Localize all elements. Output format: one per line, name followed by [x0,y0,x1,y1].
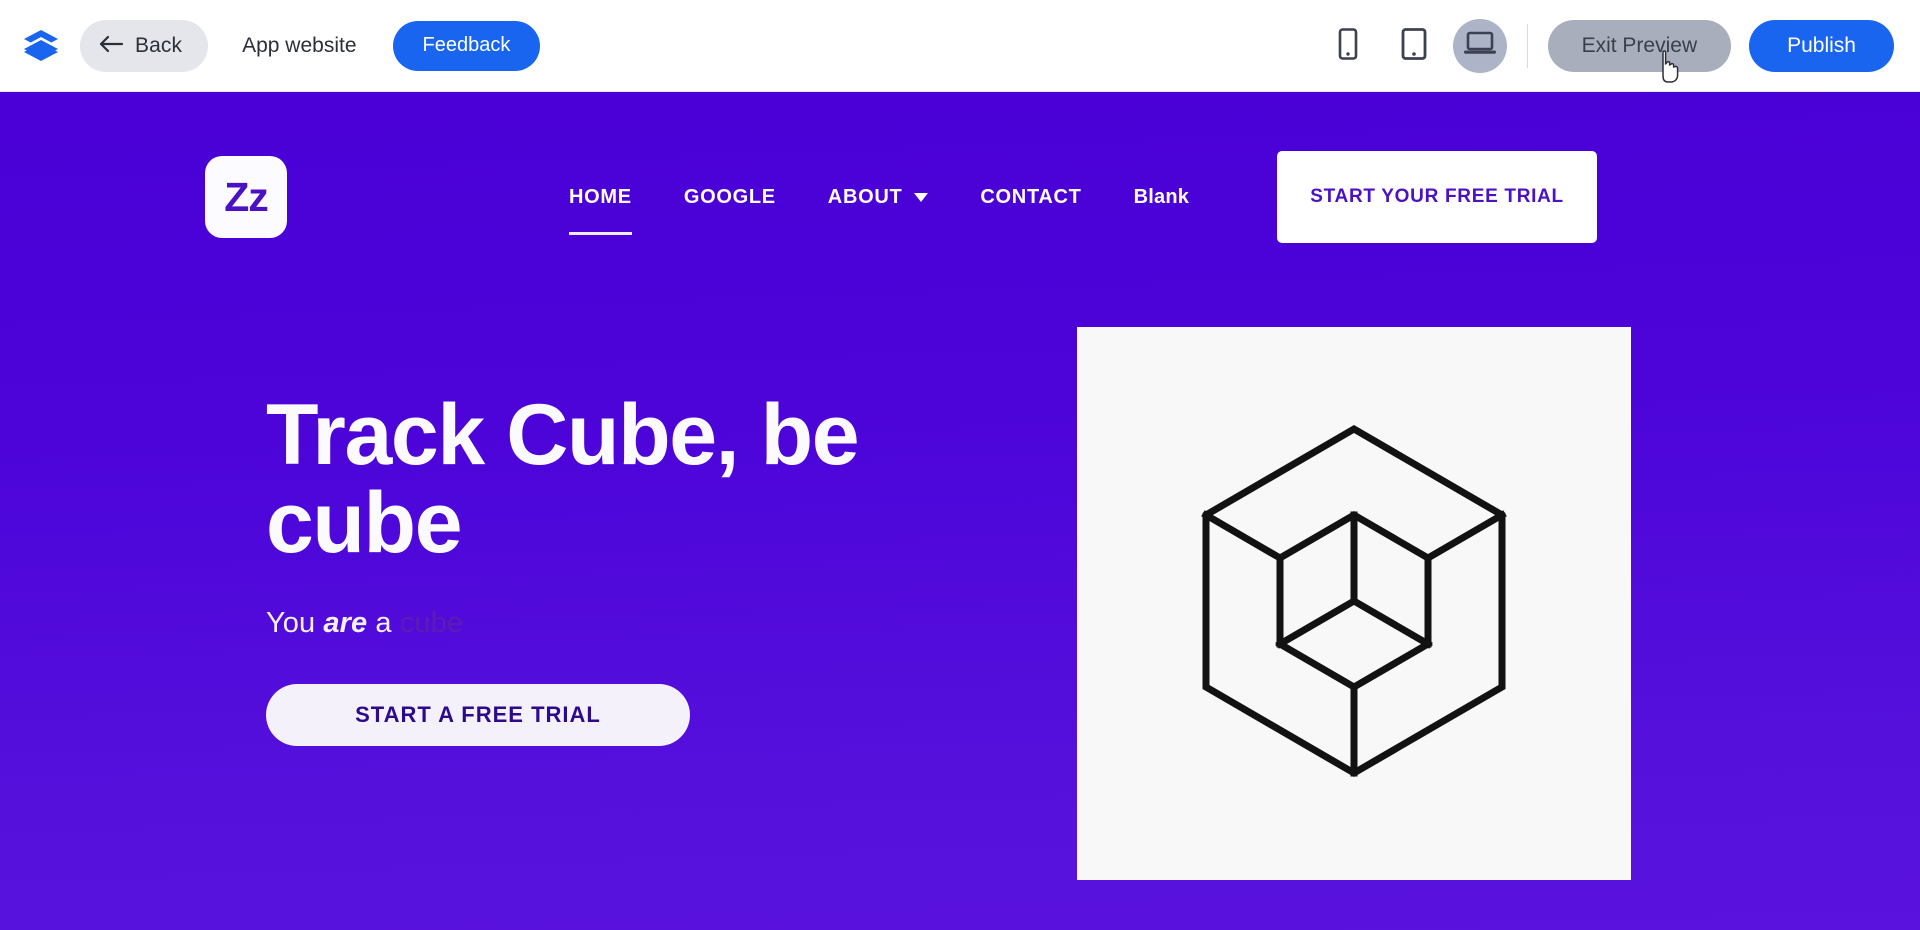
hero-subtitle-prefix: You [266,607,324,640]
site-nav: HOME GOOGLE ABOUT CONTACT Blank [569,176,1241,235]
site-logo[interactable]: Zz [205,156,287,238]
hero-text-block: Track Cube, be cube You are a cube START… [266,387,966,747]
nav-item-contact[interactable]: CONTACT [980,176,1081,219]
editor-toolbar: Back App website Feedback Exit Preview P… [0,0,1920,92]
chevron-down-icon [914,192,929,202]
header-start-trial-button[interactable]: START YOUR FREE TRIAL [1277,151,1598,243]
website-preview-canvas: Zz HOME GOOGLE ABOUT CONTACT Blank START… [0,92,1920,930]
site-header: Zz HOME GOOGLE ABOUT CONTACT Blank START… [0,147,1920,247]
hero-start-trial-button[interactable]: START A FREE TRIAL [266,684,690,747]
feedback-button[interactable]: Feedback [392,20,541,71]
device-mobile-button[interactable] [1321,19,1375,73]
publish-button[interactable]: Publish [1749,19,1894,72]
device-preview-switcher [1321,18,1507,73]
site-logo-text: Zz [224,173,269,220]
toolbar-divider [1526,23,1528,68]
nav-item-about[interactable]: ABOUT [828,176,929,219]
tablet-icon [1399,28,1429,63]
exit-preview-button[interactable]: Exit Preview [1547,19,1732,72]
back-button[interactable]: Back [80,19,209,72]
nav-item-blank[interactable]: Blank [1134,176,1189,219]
hero-title: Track Cube, be cube [266,387,860,571]
nav-item-about-label: ABOUT [827,185,903,208]
mobile-icon [1335,28,1361,63]
hero-subtitle-emphasis: are [323,607,368,640]
nav-item-home-label: HOME [569,185,632,208]
app-title: App website [242,33,357,57]
device-tablet-button[interactable] [1387,19,1441,73]
nav-item-contact-label: CONTACT [980,185,1082,208]
back-button-label: Back [135,33,183,57]
hero-subtitle-muted: cube [399,607,464,640]
nav-item-google-label: GOOGLE [683,185,776,208]
laptop-icon [1463,30,1497,61]
nav-item-google[interactable]: GOOGLE [684,176,776,219]
hero-subtitle-middle: a [367,607,400,640]
layers-logo-icon[interactable] [18,23,64,69]
hero-image-panel[interactable] [1077,327,1631,880]
nav-item-home[interactable]: HOME [569,176,632,235]
hero-subtitle: You are a cube [266,607,966,640]
arrow-left-icon [98,34,124,57]
device-desktop-button[interactable] [1452,18,1507,73]
isometric-cube-icon [1154,401,1554,806]
nav-item-blank-label: Blank [1133,185,1190,208]
